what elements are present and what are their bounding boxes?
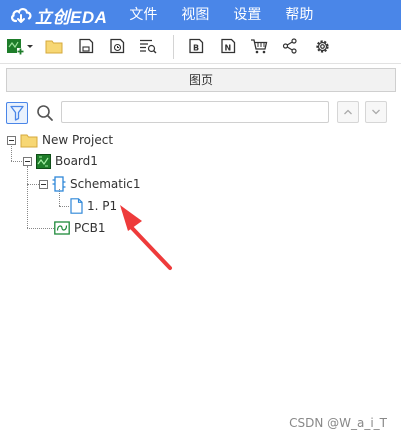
pcb-icon (54, 221, 70, 235)
chevron-up-icon (344, 109, 352, 115)
collapse-toggle[interactable] (23, 156, 32, 166)
main-menu: 文件 视图 设置 帮助 (129, 0, 337, 30)
search-input[interactable] (61, 101, 329, 123)
save-as-button[interactable] (107, 36, 127, 56)
tree-item-board[interactable]: Board1 (23, 151, 98, 171)
gear-icon (315, 39, 329, 53)
schematic-icon (52, 176, 66, 192)
search-icon[interactable] (36, 104, 54, 122)
new-document-icon (7, 39, 33, 55)
bom-button[interactable]: B (186, 36, 206, 56)
cart-button[interactable] (249, 36, 269, 56)
app-logo: 立创EDA (10, 0, 107, 30)
tree-connector (27, 228, 54, 229)
previous-result-button[interactable] (337, 101, 359, 123)
open-folder-button[interactable] (44, 36, 64, 56)
menu-settings[interactable]: 设置 (233, 0, 261, 30)
schematic-name: Schematic1 (70, 177, 141, 191)
watermark: CSDN @W_a_i_T (289, 416, 387, 430)
filter-icon (10, 105, 24, 121)
tree-connector (27, 166, 28, 228)
shopping-cart-icon (251, 39, 268, 54)
toolbar: B N (0, 30, 401, 64)
svg-text:B: B (193, 44, 199, 53)
filter-button[interactable] (6, 102, 28, 124)
tree-connector (59, 206, 69, 207)
settings-button[interactable] (312, 36, 332, 56)
tab-sheets[interactable]: 图页 (6, 68, 396, 92)
share-button[interactable] (280, 36, 300, 56)
netlist-document-icon: N (221, 38, 236, 54)
board-icon (36, 153, 51, 169)
chevron-down-icon (372, 109, 380, 115)
save-as-icon (110, 38, 125, 54)
save-button[interactable] (76, 36, 96, 56)
project-name: New Project (42, 133, 114, 147)
tree-item-pcb[interactable]: PCB1 (54, 218, 105, 238)
pcb-name: PCB1 (74, 221, 106, 235)
app-header: 立创EDA 文件 视图 设置 帮助 (0, 0, 401, 30)
save-icon (79, 38, 94, 54)
menu-file[interactable]: 文件 (129, 0, 157, 30)
tree-connector (27, 184, 39, 185)
board-name: Board1 (55, 154, 98, 168)
folder-icon (20, 134, 38, 147)
collapse-toggle[interactable] (7, 135, 16, 145)
find-list-icon (140, 39, 157, 54)
annotation-arrow-icon (120, 205, 172, 270)
collapse-toggle[interactable] (39, 179, 48, 189)
menu-view[interactable]: 视图 (181, 0, 209, 30)
next-result-button[interactable] (365, 101, 387, 123)
svg-text:N: N (225, 44, 232, 53)
share-icon (282, 38, 297, 54)
cloud-logo-icon (11, 7, 32, 23)
netlist-button[interactable]: N (218, 36, 238, 56)
folder-icon (45, 40, 63, 54)
new-dropdown-button[interactable] (6, 36, 34, 56)
find-button[interactable] (138, 36, 158, 56)
bom-document-icon: B (189, 38, 204, 54)
toolbar-separator (173, 35, 174, 59)
app-name: 立创EDA (35, 7, 108, 27)
page-icon (70, 198, 83, 214)
tree-item-project[interactable]: New Project (7, 130, 113, 150)
menu-help[interactable]: 帮助 (285, 0, 313, 30)
tree-item-schematic[interactable]: Schematic1 (39, 174, 141, 194)
